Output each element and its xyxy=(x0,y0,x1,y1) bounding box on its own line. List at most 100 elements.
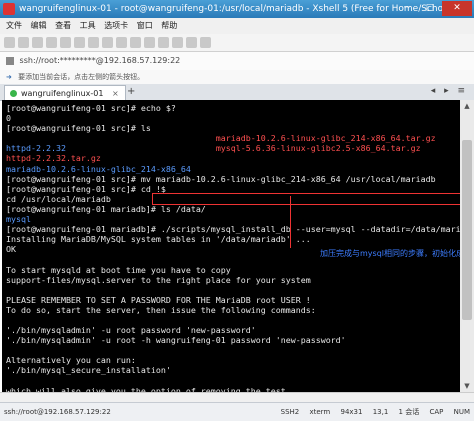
open-folder-icon[interactable] xyxy=(18,37,29,48)
terminal-text: To start mysqld at boot time you have to… xyxy=(6,264,231,275)
terminal-line: [root@wangruifeng-01 mariadb]# ./scripts… xyxy=(6,224,460,235)
terminal-line: [root@wangruifeng-01 src]# ls xyxy=(6,123,457,133)
new-tab-button[interactable]: + xyxy=(127,86,135,97)
status-num: NUM xyxy=(453,408,470,416)
status-right: SSH2 xterm 94x31 13,1 1 会话 CAP NUM xyxy=(273,403,470,421)
menu-tabs[interactable]: 选项卡 xyxy=(104,21,128,30)
status-size: 94x31 xyxy=(340,408,363,416)
terminal-text: 0 xyxy=(6,113,11,124)
padlock-icon xyxy=(6,56,14,65)
terminal-text: httpd-2.2.32.tar.gz xyxy=(6,153,101,164)
menu-help[interactable]: 帮助 xyxy=(161,21,177,30)
hint-text: 要添加当前会话，点击左侧的箭头按钮。 xyxy=(18,73,145,81)
address-text: ssh://root:*********@192.168.57.129:22 xyxy=(19,56,181,65)
window-controls: ─ □ ✕ xyxy=(396,1,472,16)
disconnect-icon[interactable] xyxy=(46,37,57,48)
arrow-right-icon[interactable]: ➜ xyxy=(6,73,12,81)
terminal-text: mysql xyxy=(6,214,31,225)
scroll-down-icon[interactable]: ▼ xyxy=(460,380,474,392)
terminal-text: OK xyxy=(6,244,16,255)
terminal-text: './bin/mysqladmin' -u root -h wangruifen… xyxy=(6,335,346,346)
font-icon[interactable] xyxy=(144,37,155,48)
close-button[interactable]: ✕ xyxy=(442,1,472,16)
terminal-text: To do so, start the server, then issue t… xyxy=(6,304,316,315)
terminal-text: mariadb-10.2.6-linux-glibc_214-x86_64 xyxy=(6,163,191,174)
find-icon[interactable] xyxy=(88,37,99,48)
terminal-line: To do so, start the server, then issue t… xyxy=(6,305,457,315)
terminal-text: [root@wangruifeng-01 src]# echo $? xyxy=(6,103,176,113)
tab-bar: wangruifenglinux-01 × + ◂ ▸ ≡ xyxy=(0,84,474,101)
terminal-line: httpd-2.2.32.tar.gz xyxy=(6,153,457,163)
terminal-text: [root@wangruifeng-01 mariadb]# ls /data/ xyxy=(6,203,206,214)
toolbar xyxy=(0,34,474,52)
terminal-line: mysql xyxy=(6,214,457,224)
tab-close-icon[interactable]: × xyxy=(112,89,119,98)
terminal-text: Installing MariaDB/MySQL system tables i… xyxy=(6,234,311,245)
terminal-line: Installing MariaDB/MySQL system tables i… xyxy=(6,234,457,244)
tab-navigation-icons[interactable]: ◂ ▸ ≡ xyxy=(431,86,468,96)
print-icon[interactable] xyxy=(102,37,113,48)
terminal-text: support-files/mysql.server to the right … xyxy=(6,274,311,285)
scroll-thumb[interactable] xyxy=(462,140,472,320)
terminal-line: './bin/mysql_secure_installation' xyxy=(6,365,457,375)
command-highlight-box xyxy=(152,193,462,205)
session-hint-bar: ➜ 要添加当前会话，点击左侧的箭头按钮。 xyxy=(0,70,474,85)
menu-view[interactable]: 查看 xyxy=(55,21,71,30)
terminal-text: [root@wangruifeng-01 mariadb]# ./scripts… xyxy=(6,224,460,235)
scroll-up-icon[interactable]: ▲ xyxy=(460,100,474,112)
title-bar: wangruifenglinux-01 - root@wangruifeng-0… xyxy=(0,0,474,18)
keyboard-icon[interactable] xyxy=(186,37,197,48)
terminal-text: './bin/mysql_secure_installation' xyxy=(6,365,171,376)
terminal-line: [root@wangruifeng-01 src]# echo $? xyxy=(6,103,457,113)
terminal-text: mariadb-10.2.6-linux-glibc_214-x86_64.ta… xyxy=(215,133,436,144)
terminal-line: './bin/mysqladmin' -u root password 'new… xyxy=(6,325,457,335)
terminal-line: mariadb-10.2.6-linux-glibc_214-x86_64.ta… xyxy=(6,133,457,143)
fullscreen-icon[interactable] xyxy=(158,37,169,48)
terminal-line: 0 xyxy=(6,113,457,123)
annotation-line xyxy=(290,196,291,248)
terminal-text: [root@wangruifeng-01 src]# cd !$ xyxy=(6,183,166,194)
menu-file[interactable]: 文件 xyxy=(6,21,22,30)
terminal-text: PLEASE REMEMBER TO SET A PASSWORD FOR TH… xyxy=(6,294,311,305)
vertical-scrollbar[interactable]: ▲ ▼ xyxy=(460,100,474,392)
terminal-line: To start mysqld at boot time you have to… xyxy=(6,265,457,275)
terminal-text: mysql-5.6.36-linux-glibc2.5-x86_64.tar.g… xyxy=(215,143,421,154)
terminal-line: [root@wangruifeng-01 src]# mv mariadb-10… xyxy=(6,174,457,184)
address-bar[interactable]: ssh://root:*********@192.168.57.129:22 xyxy=(0,52,474,71)
menu-tools[interactable]: 工具 xyxy=(80,21,96,30)
reconnect-icon[interactable] xyxy=(32,37,43,48)
tab-label: wangruifenglinux-01 xyxy=(21,89,104,98)
menu-edit[interactable]: 编辑 xyxy=(31,21,47,30)
help-icon[interactable] xyxy=(200,37,211,48)
status-bar: ssh://root@192.168.57.129:22 SSH2 xterm … xyxy=(0,402,474,421)
tab-session[interactable]: wangruifenglinux-01 × xyxy=(4,85,126,101)
terminal-line: Alternatively you can run: xyxy=(6,355,457,365)
status-sessions: 1 会话 xyxy=(398,408,420,416)
terminal-text: httpd-2.2.32 xyxy=(6,143,66,154)
xshell-app-icon xyxy=(3,3,15,15)
minimize-button[interactable]: ─ xyxy=(396,1,418,16)
terminal-line: PLEASE REMEMBER TO SET A PASSWORD FOR TH… xyxy=(6,295,457,305)
color-scheme-icon[interactable] xyxy=(130,37,141,48)
terminal-output[interactable]: [root@wangruifeng-01 src]# echo $? 0 [root… xyxy=(2,100,460,392)
terminal-line: mariadb-10.2.6-linux-glibc_214-x86_64 xyxy=(6,164,457,174)
globe-icon[interactable] xyxy=(116,37,127,48)
terminal-line: './bin/mysqladmin' -u root -h wangruifen… xyxy=(6,335,457,345)
menu-window[interactable]: 窗口 xyxy=(137,21,153,30)
terminal-text: cd /usr/local/mariadb xyxy=(6,193,111,204)
status-caps: CAP xyxy=(429,408,444,416)
terminal-text: './bin/mysqladmin' -u root password 'new… xyxy=(6,325,256,336)
terminal-line: [root@wangruifeng-01 mariadb]# ls /data/ xyxy=(6,204,457,214)
copy-icon[interactable] xyxy=(60,37,71,48)
terminal-line: support-files/mysql.server to the right … xyxy=(6,275,457,285)
new-session-icon[interactable] xyxy=(4,37,15,48)
paste-icon[interactable] xyxy=(74,37,85,48)
maximize-button[interactable]: □ xyxy=(419,1,441,16)
lock-icon[interactable] xyxy=(172,37,183,48)
